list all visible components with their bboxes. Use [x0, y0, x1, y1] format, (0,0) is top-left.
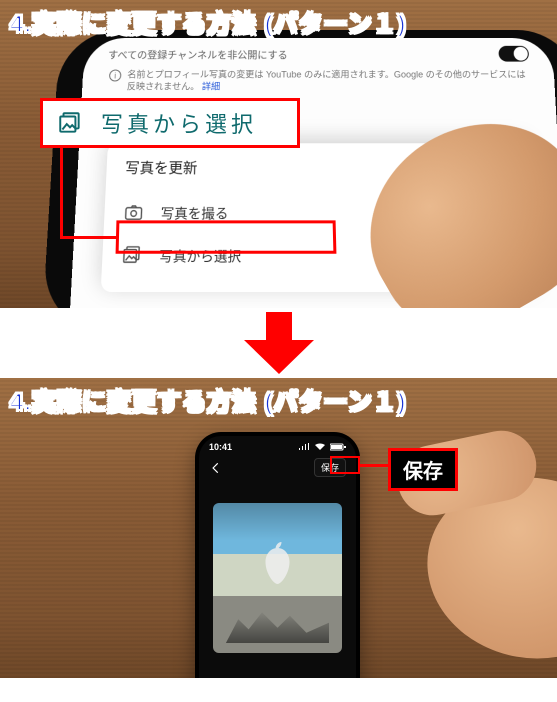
panel-heading: 4.実際に変更する方法 (パターン１) [10, 4, 406, 39]
callout-choose-photo: 写真から選択 [40, 98, 300, 148]
battery-icon [330, 443, 346, 451]
save-callout: 保存 [388, 448, 458, 491]
callout-connector [60, 148, 63, 238]
status-bar: 10:41 [199, 436, 356, 454]
highlight-choose-photo [116, 220, 337, 253]
privacy-toggle[interactable] [498, 46, 529, 62]
callout-text: 写真から選択 [101, 107, 257, 139]
info-link[interactable]: 詳細 [202, 81, 220, 91]
info-text: 名前とプロフィール写真の変更は YouTube のみに適用されます。Google… [127, 70, 529, 93]
image-icon [57, 110, 83, 136]
signal-icon [298, 443, 310, 451]
panel-heading: 4.実際に変更する方法 (パターン１) [10, 382, 406, 417]
privacy-toggle-label: すべての登録チャンネルを非公開にする [108, 46, 288, 61]
down-arrow-icon [244, 312, 314, 374]
privacy-toggle-row: すべての登録チャンネルを非公開にする [104, 44, 534, 68]
callout-connector [60, 236, 116, 239]
selected-photo-preview[interactable] [213, 503, 342, 653]
info-icon: i [109, 70, 122, 82]
highlight-connector [360, 464, 388, 467]
step-panel-top: すべての登録チャンネルを非公開にする i 名前とプロフィール写真の変更は You… [0, 0, 557, 308]
status-time: 10:41 [209, 442, 232, 452]
highlight-save [330, 456, 360, 474]
wifi-icon [314, 443, 326, 451]
step-panel-bottom: 10:41 保存 保存 4.実際に変更する方法 (パターン１) [0, 378, 557, 678]
arrow-separator [0, 308, 557, 378]
back-icon[interactable] [209, 461, 223, 475]
status-right [298, 443, 346, 451]
